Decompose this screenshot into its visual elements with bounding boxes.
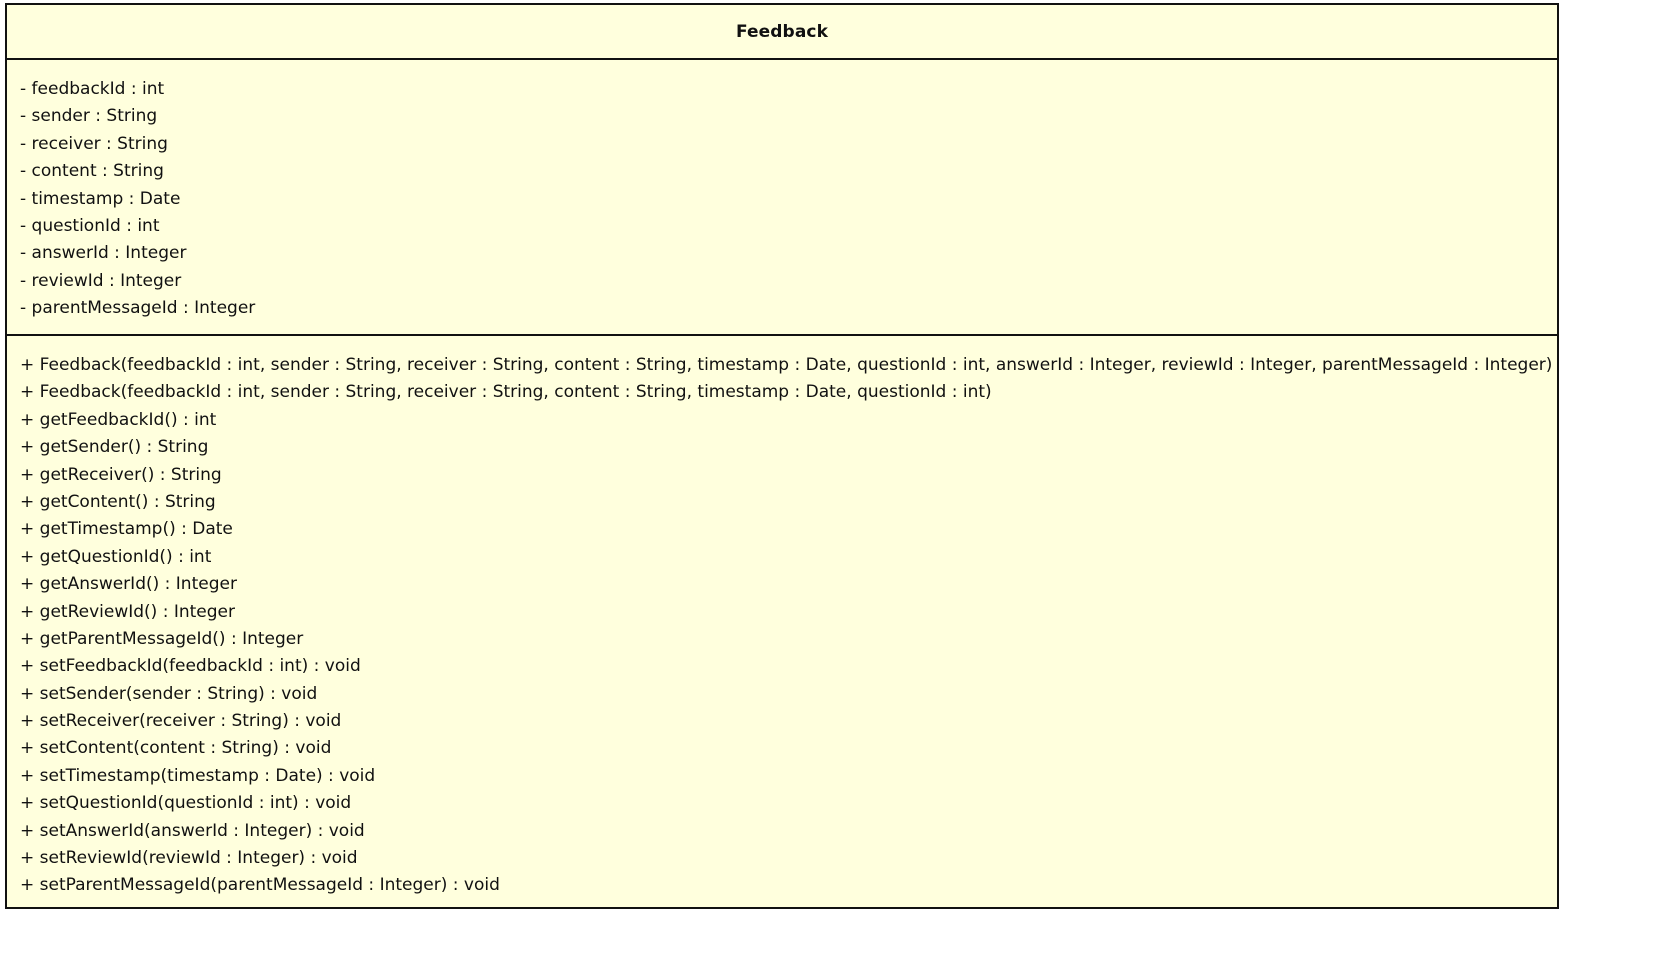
attribute-feedback-id: - feedbackId : int (20, 79, 165, 99)
method-get-sender: + getSender() : String (20, 437, 209, 458)
class-header: Feedback (7, 5, 1557, 60)
method-get-feedback-id: + getFeedbackId() : int (20, 409, 217, 430)
attribute-sender: - sender : String (20, 106, 158, 127)
method-set-parent-message-id: + setParentMessageId(parentMessageId : I… (20, 875, 500, 896)
uml-class-box: Feedback - feedbackId : int - sender : S… (5, 3, 1559, 909)
method-get-receiver: + getReceiver() : String (20, 464, 222, 485)
method-set-sender: + setSender(sender : String) : void (20, 683, 318, 704)
method-set-answer-id: + setAnswerId(answerId : Integer) : void (20, 820, 365, 841)
method-get-content: + getContent() : String (20, 491, 216, 512)
method-set-feedback-id: + setFeedbackId(feedbackId : int) : void (20, 656, 361, 677)
attribute-content: - content : String (20, 161, 164, 182)
method-set-content: + setContent(content : String) : void (20, 738, 332, 759)
attribute-answer-id: - answerId : Integer (20, 243, 187, 264)
attribute-receiver: - receiver : String (20, 133, 168, 154)
class-name: Feedback (736, 21, 828, 42)
attribute-timestamp: - timestamp : Date (20, 188, 181, 209)
method-set-timestamp: + setTimestamp(timestamp : Date) : void (20, 765, 376, 786)
attribute-parent-message-id: - parentMessageId : Integer (20, 298, 256, 319)
method-constructor-short: + Feedback(feedbackId : int, sender : St… (20, 382, 992, 403)
methods-compartment: + Feedback(feedbackId : int, sender : St… (7, 336, 1557, 900)
attributes-compartment: - feedbackId : int - sender : String - r… (7, 60, 1557, 336)
method-get-review-id: + getReviewId() : Integer (20, 601, 235, 622)
method-get-answer-id: + getAnswerId() : Integer (20, 574, 237, 595)
method-set-question-id: + setQuestionId(questionId : int) : void (20, 793, 352, 814)
method-get-parent-message-id: + getParentMessageId() : Integer (20, 628, 304, 649)
attribute-review-id: - reviewId : Integer (20, 270, 182, 291)
method-get-question-id: + getQuestionId() : int (20, 546, 212, 567)
method-set-review-id: + setReviewId(reviewId : Integer) : void (20, 848, 358, 869)
attribute-question-id: - questionId : int (20, 215, 160, 236)
method-set-receiver: + setReceiver(receiver : String) : void (20, 711, 342, 732)
method-get-timestamp: + getTimestamp() : Date (20, 519, 233, 540)
method-constructor-full: + Feedback(feedbackId : int, sender : St… (20, 355, 1553, 375)
